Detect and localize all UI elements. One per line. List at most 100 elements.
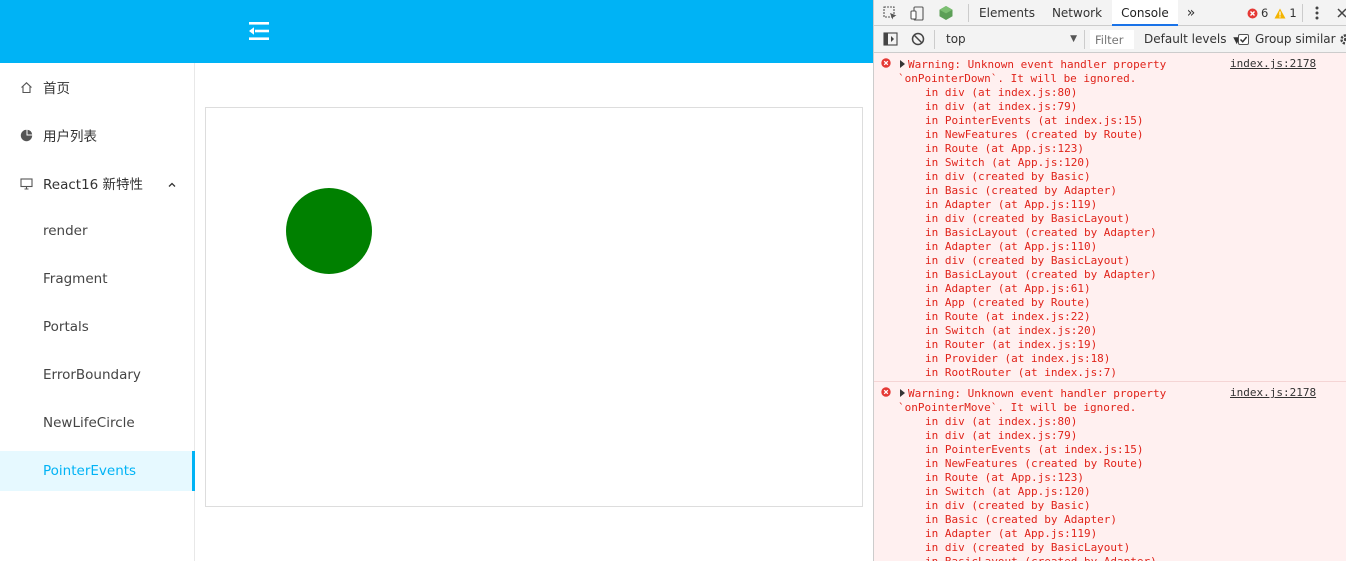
stack-trace-line: in BasicLayout (created by Adapter): [925, 268, 1157, 281]
tab-elements[interactable]: Elements: [976, 0, 1038, 26]
stack-trace-line: in App (created by Route): [925, 296, 1091, 309]
expand-triangle-icon[interactable]: [900, 60, 905, 68]
console-error-message[interactable]: index.js:2178 Warning: Unknown event han…: [874, 382, 1346, 561]
chevrons-right-icon[interactable]: »: [1182, 0, 1200, 26]
message-text: `onPointerMove`. It will be ignored.: [898, 401, 1136, 415]
stack-trace-line: in Adapter (at App.js:110): [925, 240, 1098, 253]
sidebar-item-label: Portals: [43, 319, 89, 335]
expand-triangle-icon[interactable]: [900, 389, 905, 397]
stack-trace-line: in Adapter (at App.js:119): [925, 527, 1098, 540]
sidebar-toggle-icon[interactable]: [881, 30, 899, 48]
menu-fold-icon[interactable]: [246, 20, 272, 42]
inspect-element-icon[interactable]: [881, 4, 899, 22]
desktop-icon: [19, 176, 33, 190]
message-text-expandable[interactable]: Warning: Unknown event handler property: [900, 387, 1166, 401]
device-toolbar-icon[interactable]: [908, 4, 926, 22]
console-output[interactable]: index.js:2178 Warning: Unknown event han…: [874, 53, 1346, 561]
settings-gear-icon[interactable]: [1336, 30, 1346, 48]
devtools-tabbar: Elements Network Console » 6 1: [874, 0, 1346, 26]
sidebar: 首页 用户列表 React16 新特性 render Fragment Port…: [0, 63, 195, 561]
caret-down-icon: ▼: [1070, 34, 1077, 44]
stack-trace-line: in Switch (at App.js:120): [925, 485, 1091, 498]
sidebar-item-react16-features[interactable]: React16 新特性: [0, 163, 195, 203]
stack-trace-line: in RootRouter (at index.js:7): [925, 366, 1118, 379]
sidebar-subitem-new-life-circle[interactable]: NewLifeCircle: [0, 403, 195, 443]
tab-console[interactable]: Console: [1112, 0, 1178, 26]
stack-trace-line: in div (created by BasicLayout): [925, 254, 1131, 267]
log-levels-dropdown[interactable]: Default levels ▼: [1144, 29, 1240, 52]
stack-trace-line: in div (at index.js:80): [925, 415, 1078, 428]
separator: [1302, 4, 1303, 22]
filter-input[interactable]: [1090, 30, 1134, 49]
sidebar-subitem-error-boundary[interactable]: ErrorBoundary: [0, 355, 195, 395]
separator: [1084, 30, 1085, 49]
sidebar-subitem-render[interactable]: render: [0, 211, 195, 251]
stack-trace-line: in div (at index.js:79): [925, 100, 1078, 113]
pointer-events-demo-area[interactable]: [205, 107, 863, 507]
sidebar-subitem-fragment[interactable]: Fragment: [0, 259, 195, 299]
draggable-circle[interactable]: [286, 188, 372, 274]
sidebar-item-user-list[interactable]: 用户列表: [0, 115, 195, 155]
sidebar-subitem-portals[interactable]: Portals: [0, 307, 195, 347]
group-similar-checkbox[interactable]: [1238, 34, 1249, 45]
error-counter[interactable]: 6 1: [1247, 0, 1297, 26]
stack-trace-line: in div (created by BasicLayout): [925, 541, 1131, 554]
tab-network[interactable]: Network: [1046, 0, 1108, 26]
sidebar-item-label: NewLifeCircle: [43, 415, 135, 431]
kebab-menu-icon[interactable]: [1308, 4, 1326, 22]
vue-extension-icon[interactable]: [937, 4, 955, 22]
sidebar-item-label: 用户列表: [43, 129, 97, 145]
stack-trace-line: in Basic (created by Adapter): [925, 513, 1118, 526]
source-link[interactable]: index.js:2178: [1230, 386, 1316, 399]
stack-trace-line: in Switch (at index.js:20): [925, 324, 1098, 337]
stack-trace-line: in PointerEvents (at index.js:15): [925, 443, 1144, 456]
stack-trace-line: in BasicLayout (created by Adapter): [925, 226, 1157, 239]
pie-chart-icon: [19, 128, 33, 142]
stack-trace-line: in Basic (created by Adapter): [925, 184, 1118, 197]
message-text-content: `onPointerDown`. It will be ignored.: [898, 72, 1137, 85]
error-icon: [881, 387, 891, 397]
stack-trace-line: in div (created by BasicLayout): [925, 212, 1131, 225]
stack-trace-line: in Adapter (at App.js:61): [925, 282, 1091, 295]
sidebar-item-label: render: [43, 223, 88, 239]
sidebar-item-label: PointerEvents: [43, 463, 137, 479]
stack-trace-line: in BasicLayout (created by Adapter): [925, 555, 1157, 561]
clear-console-icon[interactable]: [909, 30, 927, 48]
message-text-content: `onPointerMove`. It will be ignored.: [898, 401, 1137, 414]
message-text-content: Warning: Unknown event handler property: [908, 387, 1167, 400]
sidebar-item-label: React16 新特性: [43, 177, 144, 193]
message-text-content: Warning: Unknown event handler property: [908, 58, 1167, 71]
message-text-expandable[interactable]: Warning: Unknown event handler property: [900, 58, 1166, 72]
source-link[interactable]: index.js:2178: [1230, 57, 1316, 70]
active-indicator: [192, 451, 195, 491]
sidebar-subitem-pointer-events[interactable]: PointerEvents: [0, 451, 195, 491]
stack-trace-line: in Switch (at App.js:120): [925, 156, 1091, 169]
sidebar-item-label: ErrorBoundary: [43, 367, 141, 383]
close-icon[interactable]: [1333, 4, 1346, 22]
group-similar-toggle[interactable]: Group similar: [1238, 29, 1336, 50]
stack-trace-line: in NewFeatures (created by Route): [925, 128, 1144, 141]
sidebar-item-home[interactable]: 首页: [0, 67, 195, 107]
console-error-message[interactable]: index.js:2178 Warning: Unknown event han…: [874, 53, 1346, 382]
app-header: [0, 0, 873, 63]
stack-trace-line: in div (created by Basic): [925, 170, 1091, 183]
warning-icon: [1274, 8, 1286, 18]
context-selector[interactable]: top ▼: [939, 29, 1081, 50]
devtools-panel: Elements Network Console » 6 1 top ▼ Fil…: [873, 0, 1346, 561]
stack-trace-line: in div (at index.js:80): [925, 86, 1078, 99]
stack-trace-line: in div (created by Basic): [925, 499, 1091, 512]
stack-trace-line: in PointerEvents (at index.js:15): [925, 114, 1144, 127]
console-toolbar: top ▼ Default levels ▼ Group similar: [874, 26, 1346, 53]
warning-count: 1: [1289, 6, 1297, 20]
stack-trace-line: in Route (at App.js:123): [925, 471, 1084, 484]
sidebar-item-label: 首页: [43, 81, 70, 97]
error-icon: [1247, 8, 1258, 18]
stack-trace-line: in Provider (at index.js:18): [925, 352, 1111, 365]
home-icon: [19, 80, 33, 94]
app-window: 首页 用户列表 React16 新特性 render Fragment Port…: [0, 0, 873, 561]
stack-trace-line: in Router (at index.js:19): [925, 338, 1098, 351]
sidebar-item-label: Fragment: [43, 271, 108, 287]
stack-trace-line: in Route (at index.js:22): [925, 310, 1091, 323]
chevron-up-icon: [167, 178, 177, 188]
separator: [968, 4, 969, 22]
